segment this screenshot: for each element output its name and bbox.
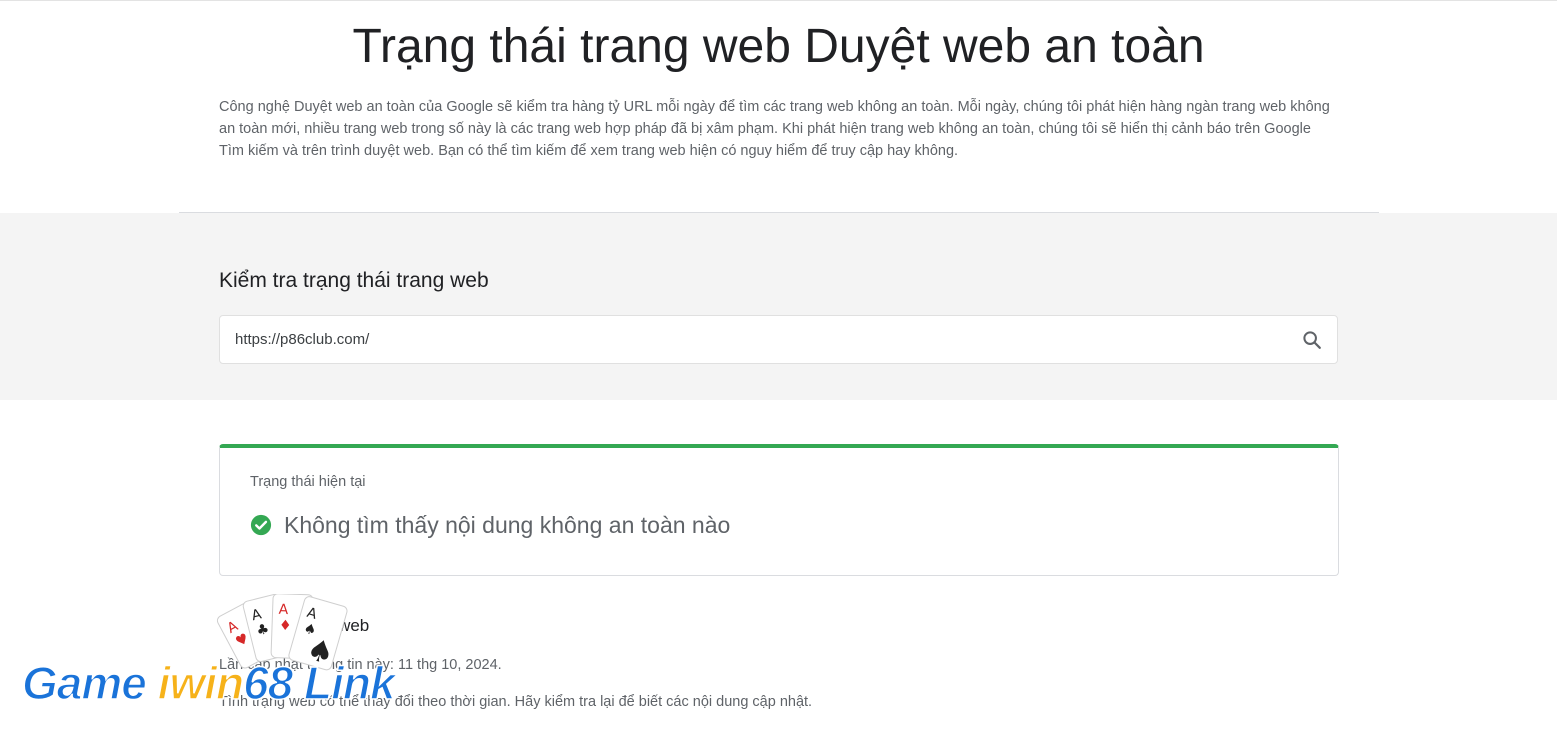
watermark-logo: A ♥ A ♣ A ♦ A ♠ ♠ Game iwin68 Link — [14, 594, 484, 724]
svg-text:A: A — [278, 602, 289, 618]
check-circle-icon — [250, 514, 272, 536]
status-card: Trạng thái hiện tại Không tìm thấy nội d… — [219, 444, 1339, 576]
url-search-input[interactable] — [235, 316, 1275, 363]
status-row: Không tìm thấy nội dung không an toàn nà… — [250, 510, 730, 540]
search-box — [219, 315, 1338, 364]
watermark-text: Game iwin68 Link — [21, 656, 396, 710]
site-check-heading: Kiểm tra trạng thái trang web — [219, 269, 489, 292]
intro-paragraph: Công nghệ Duyệt web an toàn của Google s… — [219, 99, 1330, 159]
status-label: Trạng thái hiện tại — [250, 474, 366, 490]
site-check-section — [0, 213, 1557, 400]
top-rule — [0, 0, 1557, 1]
search-icon[interactable] — [1301, 329, 1323, 351]
svg-text:♦: ♦ — [279, 618, 292, 634]
page-title: Trạng thái trang web Duyệt web an toàn — [352, 20, 1205, 73]
status-result: Không tìm thấy nội dung không an toàn nà… — [284, 511, 731, 538]
